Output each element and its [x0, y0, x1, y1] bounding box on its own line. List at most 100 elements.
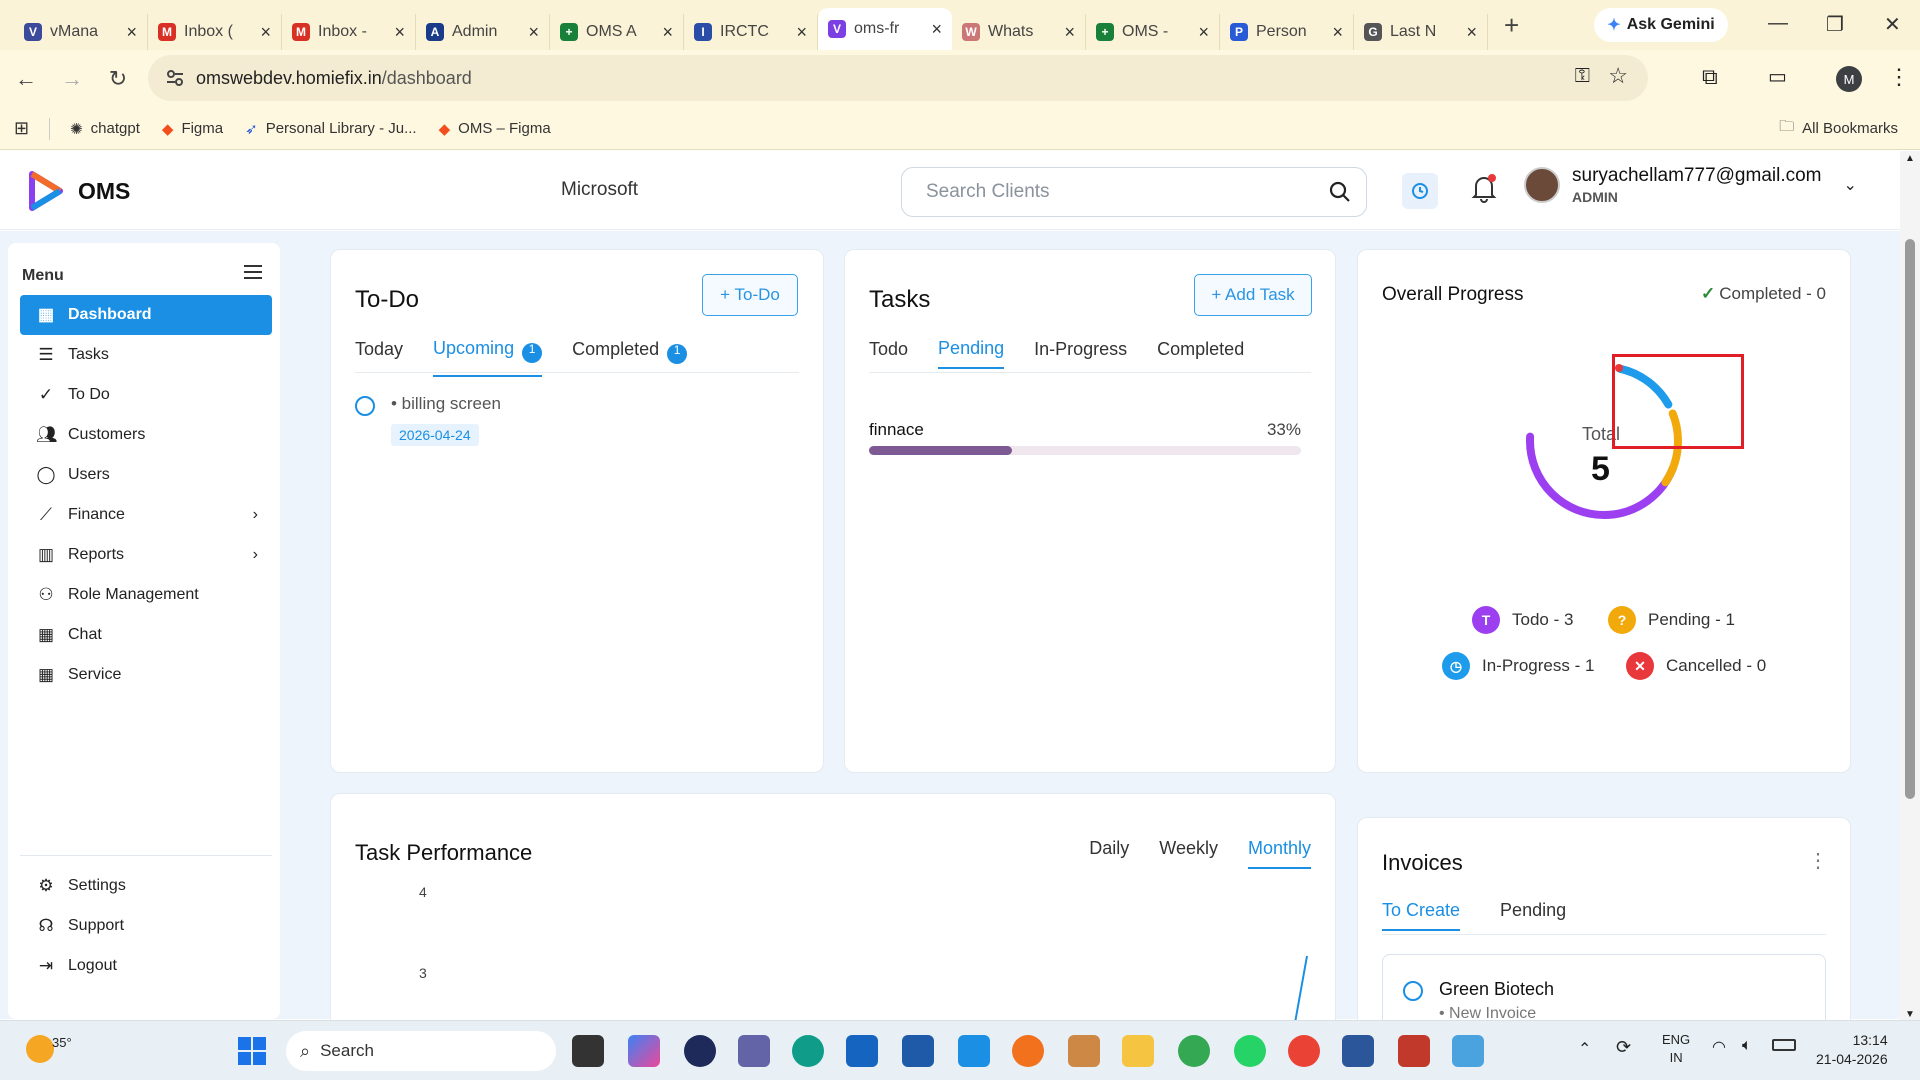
close-tab-icon[interactable]: × — [662, 22, 673, 43]
browser-tab[interactable]: W Whats × — [952, 14, 1086, 50]
notepad-icon[interactable] — [958, 1035, 990, 1067]
close-tab-icon[interactable]: × — [931, 19, 942, 40]
sidebar-item-support[interactable]: ☊ Support — [20, 906, 272, 946]
add-todo-button[interactable]: + To-Do — [702, 274, 798, 316]
browser-tab[interactable]: + OMS - × — [1086, 14, 1220, 50]
new-tab-button[interactable]: + — [1488, 10, 1535, 41]
app-icon[interactable] — [1452, 1035, 1484, 1067]
browser-tab[interactable]: Voms-fr × — [818, 8, 952, 50]
bookmark-figma[interactable]: ◆ Figma — [162, 120, 223, 138]
sidebar-item-reports[interactable]: ▥ Reports › — [20, 535, 272, 575]
tab-in-progress[interactable]: In-Progress — [1034, 338, 1127, 369]
firefox-icon[interactable] — [1012, 1035, 1044, 1067]
profile-avatar[interactable]: M — [1836, 66, 1862, 92]
bookmark-chatgpt[interactable]: ✺ chatgpt — [70, 120, 140, 138]
start-icon[interactable] — [238, 1037, 266, 1065]
app-icon[interactable] — [684, 1035, 716, 1067]
close-tab-icon[interactable]: × — [1064, 22, 1075, 43]
browser-tab[interactable]: M Inbox (× — [148, 14, 282, 50]
minimize-icon[interactable]: — — [1768, 12, 1788, 35]
word-icon[interactable] — [1342, 1035, 1374, 1067]
weather-widget[interactable]: 35° — [26, 1035, 72, 1063]
clock-button[interactable] — [1402, 173, 1438, 209]
taskbar-search[interactable]: ⌕ Search — [286, 1031, 556, 1071]
close-tab-icon[interactable]: × — [796, 22, 807, 43]
close-tab-icon[interactable]: × — [528, 22, 539, 43]
close-tab-icon[interactable]: × — [260, 22, 271, 43]
tab-monthly[interactable]: Monthly — [1247, 838, 1311, 869]
search-icon[interactable] — [1328, 180, 1352, 204]
brand-logo[interactable]: OMS — [28, 171, 130, 211]
tab-completed[interactable]: Completed — [1157, 338, 1244, 369]
restore-icon[interactable]: ❐ — [1826, 12, 1844, 37]
close-tab-icon[interactable]: × — [1332, 22, 1343, 43]
all-bookmarks[interactable]: 🗀 All Bookmarks — [1779, 116, 1898, 141]
sidebar-item-chat[interactable]: ▦ Chat — [20, 615, 272, 655]
close-tab-icon[interactable]: × — [126, 22, 137, 43]
snipping-icon[interactable] — [1398, 1035, 1430, 1067]
language-indicator[interactable]: ENG IN — [1662, 1031, 1690, 1067]
scroll-up-icon[interactable]: ▲ — [1905, 153, 1915, 164]
tab-daily[interactable]: Daily — [1089, 838, 1129, 869]
site-info-icon[interactable] — [166, 69, 184, 87]
add-task-button[interactable]: + Add Task — [1194, 274, 1312, 316]
invoice-checkbox[interactable] — [1403, 981, 1423, 1001]
task-view-icon[interactable] — [572, 1035, 604, 1067]
bookmark-oms-figma[interactable]: ◆ OMS – Figma — [439, 120, 551, 138]
app-icon[interactable] — [846, 1035, 878, 1067]
bookmark-personal-library[interactable]: ➶ Personal Library - Ju... — [245, 120, 416, 138]
mail-icon[interactable] — [1068, 1035, 1100, 1067]
browser-tab[interactable]: I IRCTC × — [684, 14, 818, 50]
scroll-down-icon[interactable]: ▼ — [1905, 1009, 1915, 1020]
sidebar-item-settings[interactable]: ⚙ Settings — [20, 866, 272, 906]
browser-tab[interactable]: M Inbox - × — [282, 14, 416, 50]
battery-icon[interactable] — [1772, 1039, 1796, 1051]
browser-tab[interactable]: P Person × — [1220, 14, 1354, 50]
tab-weekly[interactable]: Weekly — [1159, 838, 1218, 869]
sidebar-item-logout[interactable]: ⇥ Logout — [20, 946, 272, 986]
close-tab-icon[interactable]: × — [1198, 22, 1209, 43]
ask-gemini-button[interactable]: ✦ Ask Gemini — [1594, 8, 1728, 42]
browser-tab[interactable]: + OMS A × — [550, 14, 684, 50]
tab-pending[interactable]: Pending — [938, 338, 1005, 369]
sidebar-item-dashboard[interactable]: ▦ Dashboard — [20, 295, 272, 335]
edge-icon[interactable] — [792, 1035, 824, 1067]
scrollbar-thumb[interactable] — [1905, 239, 1915, 799]
kebab-menu-icon[interactable]: ⋮ — [1808, 848, 1828, 873]
clock[interactable]: 13:14 21-04-2026 — [1816, 1031, 1888, 1069]
whatsapp-icon[interactable] — [1234, 1035, 1266, 1067]
close-tab-icon[interactable]: × — [1466, 22, 1477, 43]
sidebar-item-finance[interactable]: ⟋ Finance › — [20, 495, 272, 535]
sidebar-item-to-do[interactable]: ✓ To Do — [20, 375, 272, 415]
wifi-icon[interactable]: ◠ — [1712, 1037, 1726, 1057]
volume-icon[interactable]: 🔈︎ — [1742, 1037, 1752, 1055]
chevron-up-icon[interactable]: ⌃ — [1578, 1039, 1591, 1059]
apps-grid-icon[interactable]: ⊞ — [14, 118, 29, 139]
back-icon[interactable]: ← — [6, 66, 46, 92]
kebab-menu-icon[interactable]: ⋮ — [1888, 64, 1910, 90]
browser-tab[interactable]: VvMana × — [14, 14, 148, 50]
reload-icon[interactable]: ↻ — [98, 66, 138, 92]
tab-todo[interactable]: Todo — [869, 338, 908, 369]
hamburger-icon[interactable] — [244, 265, 262, 284]
sidebar-item-users[interactable]: ◯ Users — [20, 455, 272, 495]
user-menu[interactable]: suryachellam777@gmail.com ADMIN ⌄ — [1524, 165, 1857, 205]
close-window-icon[interactable]: ✕ — [1884, 12, 1901, 37]
sidebar-item-service[interactable]: ▦ Service — [20, 655, 272, 695]
search-clients-input[interactable]: Search Clients — [901, 167, 1367, 217]
notification-bell-icon[interactable] — [1470, 173, 1498, 208]
chrome-icon[interactable] — [1288, 1035, 1320, 1067]
file-explorer-icon[interactable] — [1122, 1035, 1154, 1067]
copilot-icon[interactable] — [628, 1035, 660, 1067]
browser-tab[interactable]: G Last N × — [1354, 14, 1488, 50]
sidebar-item-tasks[interactable]: ☰ Tasks — [20, 335, 272, 375]
url-input[interactable]: omswebdev.homiefix.in/dashboard ⚿ ☆ — [148, 55, 1648, 101]
chevron-down-icon[interactable]: ⌄ — [1844, 175, 1857, 195]
tab-pending[interactable]: Pending — [1500, 900, 1566, 931]
extensions-icon[interactable]: ⧉ — [1702, 64, 1718, 90]
browser-tab[interactable]: A Admin × — [416, 14, 550, 50]
forward-icon[interactable]: → — [52, 66, 92, 92]
bookmark-star-icon[interactable]: ☆ — [1608, 63, 1628, 89]
page-scrollbar[interactable]: ▲ ▼ — [1900, 151, 1920, 1020]
password-key-icon[interactable]: ⚿ — [1575, 65, 1590, 88]
